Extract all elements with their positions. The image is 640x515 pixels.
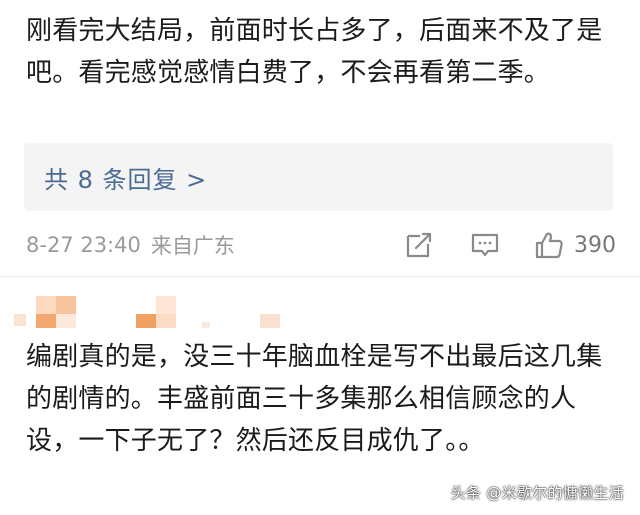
like-count: 390 <box>574 232 616 258</box>
thumbs-up-icon[interactable] <box>534 230 564 260</box>
comment-timestamp: 8-27 23:40 <box>26 233 141 257</box>
blurred-username <box>14 294 294 330</box>
comment-icon[interactable] <box>470 230 500 260</box>
view-replies-button[interactable]: 共 8 条回复 > <box>24 143 613 211</box>
comment-text: 刚看完大结局，前面时长占多了，后面来不及了是吧。看完感觉感情白费了，不会再看第二… <box>26 16 603 88</box>
watermark: 头条 @米歇尔的慵懒生活 <box>450 484 624 502</box>
comment-meta-bar: 8-27 23:40 来自广东 390 <box>26 223 616 267</box>
replies-count-link[interactable]: 共 8 条回复 > <box>44 160 207 195</box>
share-icon[interactable] <box>404 230 434 260</box>
comment-text: 编剧真的是，没三十年脑血栓是写不出最后这几集的剧情的。丰盛前面三十多集那么相信顾… <box>26 342 603 456</box>
comment-divider <box>0 276 640 277</box>
comment-location: 来自广东 <box>150 234 235 258</box>
